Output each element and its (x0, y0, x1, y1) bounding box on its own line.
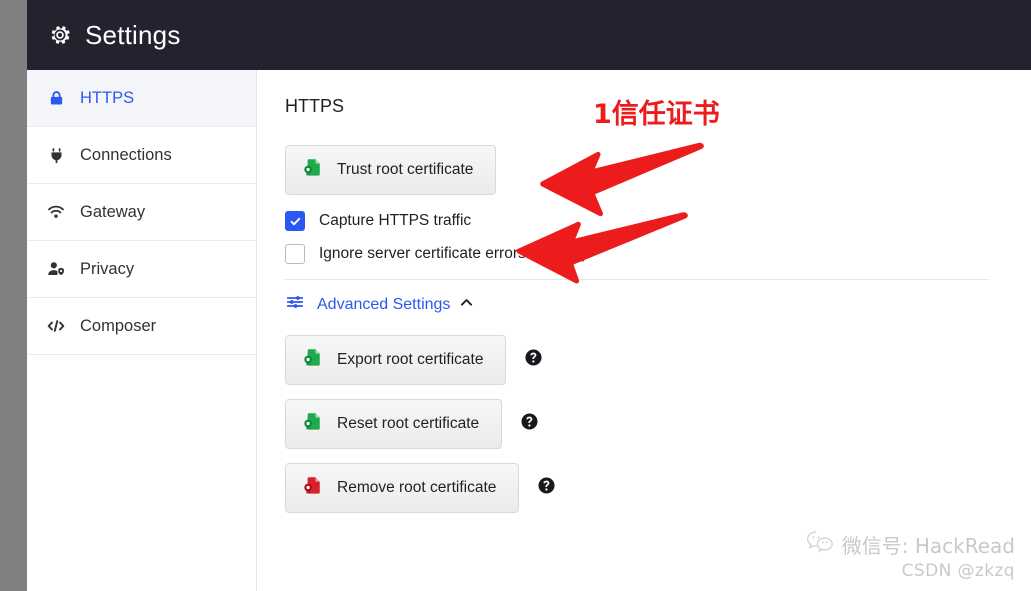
lock-icon (45, 87, 67, 109)
window-body: HTTPS Connections Gateway Privacy Compos… (27, 70, 1031, 591)
window-titlebar: Settings (27, 0, 1031, 70)
watermark-line-2: CSDN @zkzq (901, 561, 1015, 581)
code-icon (45, 315, 67, 337)
watermark-line-1-row: 微信号: HackRead (806, 530, 1015, 559)
annotation-callout-text: 1信任证书 (593, 99, 720, 130)
button-label: Trust root certificate (337, 161, 474, 178)
certificate-red-icon (302, 475, 323, 501)
ignore-cert-errors-checkbox[interactable] (285, 244, 305, 264)
divider (285, 279, 989, 280)
capture-https-traffic-checkbox-row[interactable]: Capture HTTPS traffic (285, 211, 1031, 231)
advanced-settings-label: Advanced Settings (317, 295, 451, 313)
sidebar-item-label: Connections (80, 145, 172, 164)
reset-root-certificate-button[interactable]: Reset root certificate (285, 399, 503, 449)
export-root-certificate-button[interactable]: Export root certificate (285, 335, 507, 385)
sidebar-item-composer[interactable]: Composer (27, 298, 256, 355)
checkbox-label: Ignore server certificate errors (unsafe… (319, 245, 587, 262)
certificate-green-icon (302, 157, 323, 183)
advanced-settings-toggle[interactable]: Advanced Settings (285, 292, 1031, 317)
button-label: Remove root certificate (337, 479, 497, 496)
remove-root-certificate-row: Remove root certificate (285, 463, 1031, 513)
button-label: Export root certificate (337, 351, 484, 368)
settings-window: Settings HTTPS Connections Gateway Priva… (27, 0, 1031, 591)
sidebar-item-privacy[interactable]: Privacy (27, 241, 256, 298)
sidebar-item-connections[interactable]: Connections (27, 127, 256, 184)
trust-root-certificate-button[interactable]: Trust root certificate (285, 145, 497, 195)
wifi-icon (45, 201, 67, 223)
ignore-cert-errors-checkbox-row[interactable]: Ignore server certificate errors (unsafe… (285, 244, 1031, 264)
gear-icon (48, 23, 72, 47)
sliders-icon (285, 292, 305, 317)
sidebar-item-label: HTTPS (80, 88, 135, 107)
user-shield-icon (45, 258, 67, 280)
sidebar-item-label: Privacy (80, 259, 135, 278)
remove-root-certificate-button[interactable]: Remove root certificate (285, 463, 520, 513)
sidebar-item-https[interactable]: HTTPS (27, 70, 256, 127)
sidebar-item-label: Gateway (80, 202, 146, 221)
watermark-line-1: 微信号: HackRead (841, 534, 1015, 558)
content-panel: HTTPS Trust root certificate Capture HTT… (257, 70, 1031, 591)
certificate-green-icon (302, 411, 323, 437)
chevron-up-icon[interactable] (459, 295, 474, 315)
reset-root-certificate-row: Reset root certificate (285, 399, 1031, 449)
export-root-certificate-row: Export root certificate (285, 335, 1031, 385)
button-label: Reset root certificate (337, 415, 480, 432)
certificate-green-icon (302, 347, 323, 373)
sidebar: HTTPS Connections Gateway Privacy Compos… (27, 70, 257, 591)
capture-https-traffic-checkbox[interactable] (285, 211, 305, 231)
watermark: 微信号: HackRead CSDN @zkzq (806, 530, 1015, 581)
window-title: Settings (85, 19, 181, 50)
trust-root-certificate-row: Trust root certificate (285, 145, 1031, 195)
wechat-icon (806, 530, 834, 559)
checkbox-label: Capture HTTPS traffic (319, 212, 472, 229)
help-icon[interactable] (520, 412, 539, 436)
sidebar-item-label: Composer (80, 316, 157, 335)
sidebar-item-gateway[interactable]: Gateway (27, 184, 256, 241)
help-icon[interactable] (524, 348, 543, 372)
plug-icon (45, 144, 67, 166)
help-icon[interactable] (537, 476, 556, 500)
